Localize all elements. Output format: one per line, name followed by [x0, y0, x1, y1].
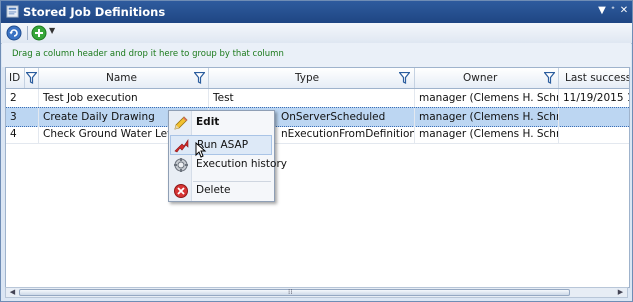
menu-item-execution-history[interactable]: Execution history: [170, 155, 287, 175]
delete-icon: [174, 184, 188, 198]
filter-icon[interactable]: [544, 72, 555, 84]
context-menu: Edit Run ASAP Execution history Delete: [168, 110, 287, 202]
horizontal-scrollbar[interactable]: ◀ ⁞⁞ ▶: [5, 287, 628, 298]
toolbar: ▼: [1, 23, 632, 44]
menu-item-edit[interactable]: Edit: [170, 113, 272, 133]
filter-icon[interactable]: [399, 72, 410, 84]
cell-id: 2: [6, 89, 39, 107]
column-filter-id[interactable]: [25, 68, 39, 88]
column-header-last-successful[interactable]: Last successful e: [559, 68, 629, 88]
column-header-owner[interactable]: Owner: [415, 68, 559, 88]
cell-last-successful: [559, 108, 629, 126]
group-by-hint: Drag a column header and drop it here to…: [12, 49, 284, 59]
grip-icon: ⁞⁞: [288, 288, 293, 296]
add-dropdown-arrow-icon[interactable]: ▼: [49, 26, 55, 35]
run-icon: [174, 139, 189, 153]
table-row-selected[interactable]: 3 Create Daily Drawing OnServerScheduled…: [6, 107, 629, 127]
mouse-cursor-icon: [195, 142, 207, 158]
title-bar[interactable]: Stored Job Definitions ▼ ᐩ ✕: [1, 1, 632, 23]
job-definitions-grid: ID Name Type Owner Last successful e 2: [5, 67, 630, 288]
cell-name: Test Job execution: [39, 89, 209, 107]
group-by-panel[interactable]: Drag a column header and drop it here to…: [2, 43, 631, 67]
cell-last-successful: [559, 125, 629, 143]
cell-owner: manager (Clemens H. Schmuck): [415, 89, 559, 107]
close-icon[interactable]: ✕: [617, 4, 631, 18]
filter-icon[interactable]: [26, 72, 37, 84]
window-title: Stored Job Definitions: [23, 5, 166, 19]
scrollbar-thumb[interactable]: ⁞⁞: [19, 288, 570, 296]
menu-item-run-asap[interactable]: Run ASAP: [170, 135, 272, 155]
cell-type: Test: [209, 89, 415, 107]
cell-owner: manager (Clemens H. Schmuck): [415, 125, 559, 143]
cell-id: 4: [6, 125, 39, 143]
filter-icon[interactable]: [194, 72, 205, 84]
table-row[interactable]: 4 Check Ground Water Level Mo nExecution…: [6, 125, 629, 144]
refresh-icon[interactable]: [6, 25, 22, 41]
app-icon: [6, 5, 19, 18]
column-header-name[interactable]: Name: [39, 68, 209, 88]
scroll-right-icon[interactable]: ▶: [615, 288, 626, 297]
column-header-type[interactable]: Type: [209, 68, 415, 88]
stored-job-definitions-window: Stored Job Definitions ▼ ᐩ ✕ ▼ Drag a co…: [0, 0, 633, 302]
cell-last-successful: 11/19/2015 10:09: [563, 92, 629, 104]
cell-id: 3: [6, 108, 39, 126]
toolbar-separator: [27, 26, 28, 40]
grid-header: ID Name Type Owner Last successful e: [6, 68, 629, 89]
table-row[interactable]: 2 Test Job execution Test manager (Cleme…: [6, 89, 629, 108]
pencil-icon: [174, 116, 188, 130]
add-icon[interactable]: [31, 25, 47, 41]
menu-item-delete[interactable]: Delete: [170, 181, 272, 201]
column-header-id[interactable]: ID: [6, 68, 25, 88]
cell-owner: manager (Clemens H. Schmuck): [415, 108, 559, 126]
scroll-left-icon[interactable]: ◀: [7, 288, 18, 297]
history-icon: [174, 158, 188, 172]
